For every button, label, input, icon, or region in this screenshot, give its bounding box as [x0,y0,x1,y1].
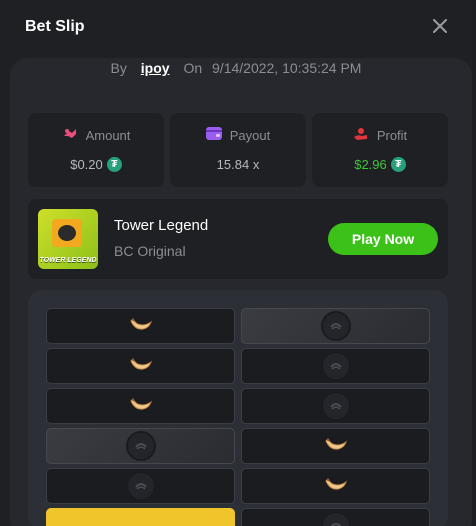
tower-cell-gold[interactable] [46,508,235,526]
tower-cell-banana[interactable] [46,348,235,384]
banana-icon [129,316,153,337]
tower-board [28,290,448,526]
tower-cell-skull[interactable] [46,468,235,504]
tower-cell-mine[interactable] [46,428,235,464]
by-label: By [110,60,127,76]
tether-coin-icon: ₮ [390,157,406,172]
bet-slip-modal: Bet Slip By ipoy On 9/14/2022, 10:35:24 … [0,0,472,526]
tower-grid [46,308,430,526]
skull-icon [320,351,351,381]
stat-label: Amount [85,128,131,143]
payout-icon [205,127,222,143]
bet-meta: By ipoy On 9/14/2022, 10:35:24 PM [0,60,472,76]
stat-profit: Profit $2.96 ₮ [312,113,448,187]
bet-stats: Amount $0.20 ₮ Payout 15.84 x Profit $2.… [28,113,448,187]
modal-header: Bet Slip [0,0,472,58]
character-art [58,225,76,241]
stat-amount: Amount $0.20 ₮ [28,113,164,187]
banana-icon [324,436,348,457]
stat-value: $0.20 [70,157,103,172]
modal-title: Bet Slip [25,18,85,35]
profit-icon [353,127,369,144]
tether-coin-icon: ₮ [106,157,122,172]
stat-payout: Payout 15.84 x [170,113,306,187]
tower-cell-banana[interactable] [241,428,430,464]
tower-cell-skull[interactable] [241,508,430,526]
skull-icon [320,511,351,526]
game-provider: BC Original [114,243,186,259]
skull-icon [320,311,351,341]
stat-label: Payout [229,127,271,143]
stat-value: $2.96 [354,157,387,172]
banana-icon [324,476,348,497]
play-now-button[interactable]: Play Now [328,223,438,255]
game-name: Tower Legend [114,217,209,234]
skull-icon [320,391,351,421]
game-thumbnail[interactable]: TOWER LEGEND [38,209,98,269]
game-card: TOWER LEGEND Tower Legend BC Original Pl… [28,199,448,279]
tower-cell-banana[interactable] [46,388,235,424]
thumbnail-text: TOWER LEGEND [39,257,97,264]
bet-timestamp: 9/14/2022, 10:35:24 PM [212,60,362,76]
tower-cell-banana[interactable] [241,468,430,504]
username-link[interactable]: ipoy [141,60,170,76]
amount-icon [62,127,78,144]
banana-icon [129,356,153,377]
stat-value: 15.84 x [216,157,260,172]
skull-icon [125,431,156,461]
tower-cell-mine[interactable] [241,308,430,344]
stat-label: Profit [376,128,408,143]
skull-icon [125,471,156,501]
close-icon[interactable] [428,14,452,38]
banana-icon [129,396,153,417]
tower-cell-skull[interactable] [241,348,430,384]
tower-cell-skull[interactable] [241,388,430,424]
on-label: On [183,60,203,76]
tower-cell-banana[interactable] [46,308,235,344]
